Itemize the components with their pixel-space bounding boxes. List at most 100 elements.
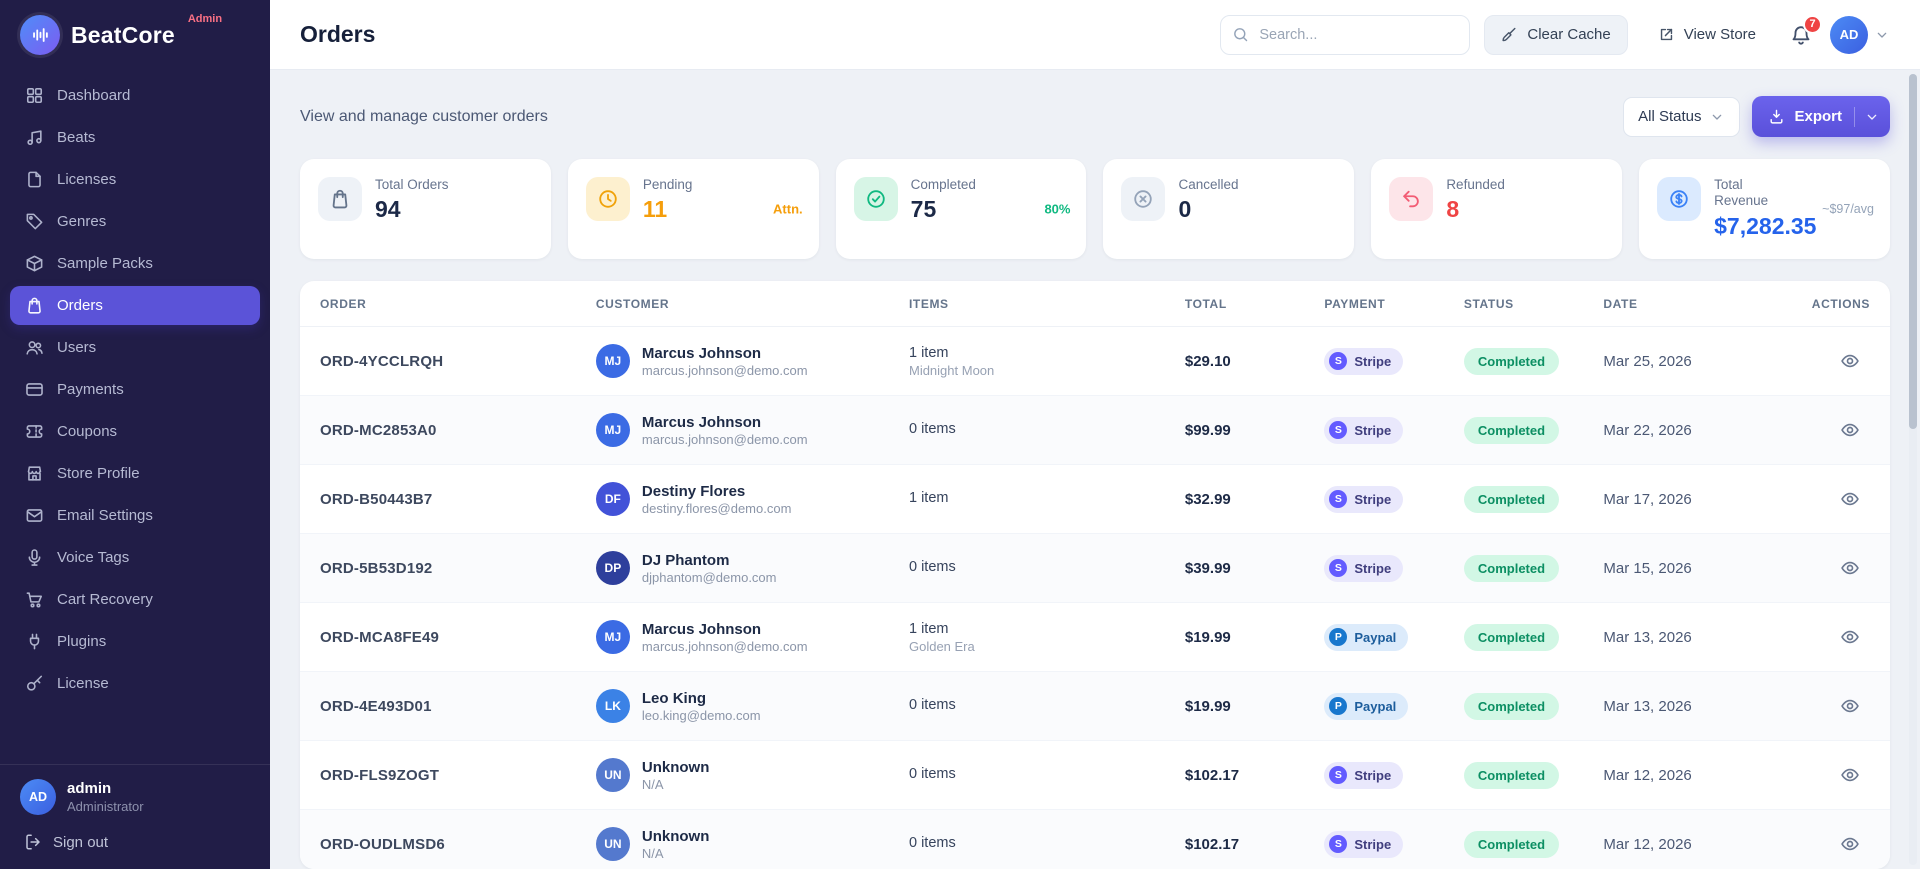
stat-side-label: ~$97/avg xyxy=(1822,202,1874,216)
brand-badge: Admin xyxy=(187,13,223,25)
table-row: ORD-4YCCLRQH MJ Marcus Johnson marcus.jo… xyxy=(300,327,1890,396)
stat-label: Cancelled xyxy=(1178,177,1239,192)
status-badge: Completed xyxy=(1463,761,1560,789)
payment-badge: S Stripe xyxy=(1324,830,1404,858)
order-id: ORD-MCA8FE49 xyxy=(320,628,440,646)
customer-name: Marcus Johnson xyxy=(641,620,762,638)
x-circle-icon xyxy=(1121,177,1166,221)
shopping-bag-icon xyxy=(25,296,44,315)
payment-badge: P Paypal xyxy=(1324,623,1409,651)
view-order-button[interactable] xyxy=(1840,834,1860,854)
sidebar-item-sample-packs[interactable]: Sample Packs xyxy=(10,244,260,283)
sidebar-item-email-settings[interactable]: Email Settings xyxy=(10,496,260,535)
sidebar-item-voice-tags[interactable]: Voice Tags xyxy=(10,538,260,577)
stat-side-label: 80% xyxy=(1044,201,1071,217)
customer-avatar: MJ xyxy=(595,620,630,654)
view-store-button[interactable]: View Store xyxy=(1642,15,1772,55)
broom-icon xyxy=(1501,26,1518,43)
sidebar-nav: Dashboard Beats Licenses Genres Sample P… xyxy=(0,70,270,764)
items-detail: Midnight Moon xyxy=(908,363,995,379)
export-label: Export xyxy=(1794,108,1842,125)
sidebar-item-label: Payments xyxy=(57,381,124,398)
credit-card-icon xyxy=(25,380,44,399)
customer-name: Marcus Johnson xyxy=(641,344,762,362)
clear-cache-button[interactable]: Clear Cache xyxy=(1484,14,1628,55)
payment-logo-icon: S xyxy=(1329,490,1348,508)
table-row: ORD-4E493D01 LK Leo King leo.king@demo.c… xyxy=(300,672,1890,741)
export-button[interactable]: Export xyxy=(1752,96,1890,137)
view-order-button[interactable] xyxy=(1840,627,1860,647)
sidebar-item-label: Sample Packs xyxy=(57,255,153,272)
scrollbar-thumb[interactable] xyxy=(1909,74,1917,429)
items-count: 1 item xyxy=(908,490,949,507)
customer-avatar: MJ xyxy=(595,413,630,447)
customer-avatar: MJ xyxy=(595,344,630,378)
customer-name: Marcus Johnson xyxy=(641,413,762,431)
sidebar-item-plugins[interactable]: Plugins xyxy=(10,622,260,661)
customer-avatar: DP xyxy=(595,551,630,585)
table-row: ORD-5B53D192 DP DJ Phantom djphantom@dem… xyxy=(300,534,1890,603)
table-row: ORD-OUDLMSD6 UN Unknown N/A 0 items $102… xyxy=(300,810,1890,869)
topbar: Orders Clear Cache View Store 7 AD xyxy=(270,0,1920,70)
sidebar-item-users[interactable]: Users xyxy=(10,328,260,367)
chevron-down-icon xyxy=(1864,109,1880,125)
stat-side-label: Attn. xyxy=(773,201,803,217)
signout-button[interactable]: Sign out xyxy=(0,821,270,869)
stat-card-revenue: Total Revenue $7,282.35 ~$97/avg xyxy=(1639,159,1890,259)
store-icon xyxy=(25,464,44,483)
order-total: $32.99 xyxy=(1184,490,1231,508)
column-header: ITEMS xyxy=(908,296,949,311)
music-note-icon xyxy=(25,128,44,147)
sidebar-item-label: Beats xyxy=(57,129,96,146)
sidebar-item-genres[interactable]: Genres xyxy=(10,202,260,241)
customer-name: DJ Phantom xyxy=(641,551,730,569)
customer-avatar: LK xyxy=(595,689,630,723)
status-badge: Completed xyxy=(1463,692,1560,720)
search-input[interactable] xyxy=(1220,14,1471,55)
order-date: Mar 22, 2026 xyxy=(1603,421,1692,439)
brand: BeatCore Admin xyxy=(0,0,270,70)
stat-card-refunded: Refunded 8 xyxy=(1371,159,1623,259)
sidebar-item-licenses[interactable]: Licenses xyxy=(10,160,260,199)
view-order-button[interactable] xyxy=(1840,489,1860,509)
sidebar-item-label: License xyxy=(57,675,109,692)
sidebar-item-cart-recovery[interactable]: Cart Recovery xyxy=(10,580,260,619)
order-total: $99.99 xyxy=(1184,421,1231,439)
view-order-button[interactable] xyxy=(1840,765,1860,785)
order-id: ORD-OUDLMSD6 xyxy=(320,835,445,853)
sidebar-item-beats[interactable]: Beats xyxy=(10,118,260,157)
order-date: Mar 13, 2026 xyxy=(1603,628,1692,646)
payment-logo-icon: P xyxy=(1329,697,1348,715)
status-filter[interactable]: All Status xyxy=(1623,96,1741,137)
sidebar-item-payments[interactable]: Payments xyxy=(10,370,260,409)
scrollbar[interactable] xyxy=(1909,74,1917,865)
customer-email: djphantom@demo.com xyxy=(641,570,777,586)
view-order-button[interactable] xyxy=(1840,558,1860,578)
sidebar-item-store-profile[interactable]: Store Profile xyxy=(10,454,260,493)
payment-badge: S Stripe xyxy=(1324,347,1404,375)
sidebar-item-orders[interactable]: Orders xyxy=(10,286,260,325)
view-order-button[interactable] xyxy=(1840,420,1860,440)
user-menu[interactable]: AD xyxy=(1830,15,1890,54)
order-total: $19.99 xyxy=(1184,628,1231,646)
sidebar-item-label: Voice Tags xyxy=(57,549,130,566)
sidebar-item-label: Store Profile xyxy=(57,465,140,482)
waveform-icon xyxy=(29,24,51,46)
page-subtitle: View and manage customer orders xyxy=(300,107,548,125)
signout-label: Sign out xyxy=(53,833,109,851)
sidebar-item-dashboard[interactable]: Dashboard xyxy=(10,76,260,115)
notifications-button[interactable]: 7 xyxy=(1786,14,1822,50)
order-id: ORD-MC2853A0 xyxy=(320,421,437,439)
payment-label: Stripe xyxy=(1354,422,1392,438)
sidebar-item-license[interactable]: License xyxy=(10,664,260,703)
sidebar-item-label: Licenses xyxy=(57,171,117,188)
view-order-button[interactable] xyxy=(1840,351,1860,371)
sidebar-item-label: Email Settings xyxy=(57,507,153,524)
stat-label: Total Revenue xyxy=(1714,177,1769,209)
chevron-down-icon xyxy=(1874,27,1890,43)
order-total: $102.17 xyxy=(1184,835,1240,853)
order-total: $39.99 xyxy=(1184,559,1231,577)
view-order-button[interactable] xyxy=(1840,696,1860,716)
payment-label: Stripe xyxy=(1354,560,1392,576)
sidebar-item-coupons[interactable]: Coupons xyxy=(10,412,260,451)
